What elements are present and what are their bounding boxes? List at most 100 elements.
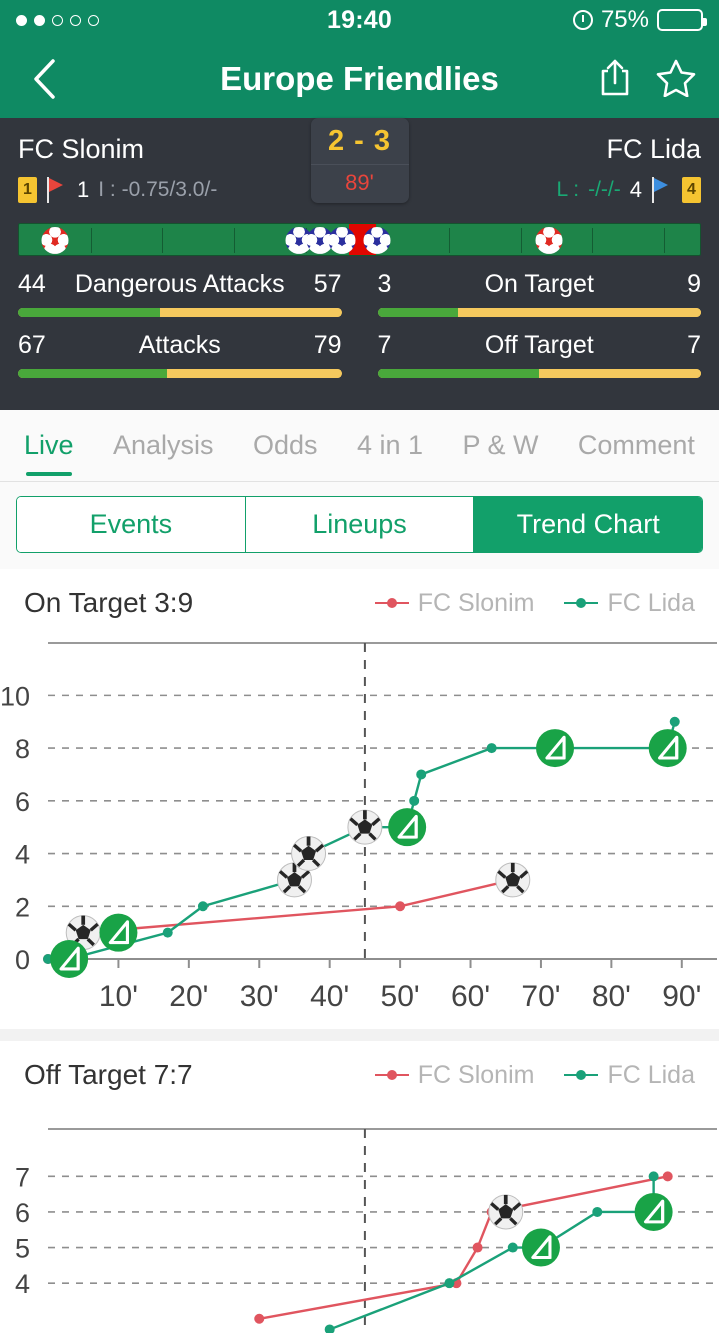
corner-flag-icon [388, 808, 427, 847]
home-odds-label: I : -0.75/3.0/- [98, 178, 218, 201]
football-icon [347, 809, 383, 845]
home-yellow-card-badge: 1 [18, 177, 37, 203]
legend-item-away: FC Lida [564, 589, 695, 618]
data-point [395, 901, 406, 912]
y-axis-tick-label: 6 [15, 787, 30, 817]
match-timeline[interactable] [18, 223, 701, 256]
sub-tab-bar: Events Lineups Trend Chart [16, 496, 703, 553]
legend-label-home: FC Slonim [417, 588, 535, 617]
chevron-left-icon [34, 59, 55, 99]
home-team-name: FC Slonim [18, 134, 145, 164]
battery-icon [657, 9, 707, 31]
timeline-tick [90, 228, 92, 253]
timeline-goal-away-icon [363, 227, 391, 254]
timeline-tick [520, 228, 522, 253]
main-tab-bar: Live Analysis Odds 4 in 1 P & W Comment [0, 410, 719, 482]
scoreboard: FC Slonim 1 1 I : -0.75/3.0/- FC Lida L … [0, 118, 719, 214]
stat-bar [18, 308, 342, 317]
app-screen: 19:40 75% Europe Friendlies FC Slonim 1 … [0, 0, 719, 1333]
match-timeline-container [0, 214, 719, 270]
x-axis-tick-label: 70' [521, 980, 560, 1013]
timeline-tick [162, 228, 164, 253]
tab-live[interactable]: Live [24, 410, 74, 482]
y-axis-tick-label: 0 [15, 945, 30, 975]
data-point [648, 1171, 659, 1182]
subtab-events[interactable]: Events [17, 497, 246, 552]
away-corner-flag-icon [651, 177, 673, 203]
y-axis-tick-label: 4 [15, 840, 30, 870]
favorite-button[interactable] [655, 57, 697, 102]
data-point [162, 927, 173, 938]
stat-row: 3 On Target 9 [377, 270, 701, 317]
data-point [486, 743, 497, 754]
away-team-block: FC Lida L : -/-/- 4 4 [360, 130, 701, 204]
timeline-goal-home-icon [41, 227, 69, 254]
share-button[interactable] [597, 57, 633, 102]
chart-plot-off-target[interactable]: 4 5 6 7 [0, 1101, 719, 1333]
stat-home-value: 67 [18, 331, 46, 359]
y-axis-tick-label: 4 [15, 1269, 30, 1299]
back-button[interactable] [22, 57, 66, 101]
y-axis-tick-label: 6 [15, 1198, 30, 1228]
stat-home-value: 44 [18, 270, 46, 298]
football-icon [291, 836, 327, 872]
stats-column-left: 44 Dangerous Attacks 57 67 Attacks 79 [18, 270, 342, 392]
data-point [507, 1242, 518, 1253]
legend-label-away-2: FC Lida [607, 1060, 695, 1089]
alarm-clock-icon [572, 10, 593, 30]
page-title: Europe Friendlies [220, 60, 499, 97]
corner-flag-icon [634, 1192, 673, 1231]
stat-away-value: 7 [687, 331, 701, 359]
score-value: 2 - 3 [310, 118, 409, 165]
tab-p-w[interactable]: P & W [462, 410, 538, 482]
y-axis-tick-label: 7 [15, 1162, 30, 1192]
data-point [324, 1324, 335, 1333]
stat-home-value: 7 [377, 331, 392, 359]
stat-away-value: 57 [313, 270, 342, 298]
stat-label: On Target [484, 270, 594, 298]
data-point [592, 1206, 603, 1217]
timeline-tick [664, 228, 666, 253]
legend-marker-away-icon-2 [564, 1074, 599, 1076]
subtab-trend-chart[interactable]: Trend Chart [474, 497, 702, 552]
match-minute: 89' [345, 170, 374, 195]
corner-flag-icon [99, 913, 138, 952]
home-corner-flag-icon [46, 177, 68, 203]
away-odds-prefix: L : [556, 178, 580, 201]
tab-analysis[interactable]: Analysis [113, 410, 214, 482]
subtab-lineups[interactable]: Lineups [245, 497, 475, 552]
football-icon [495, 862, 531, 898]
stat-away-value: 9 [687, 270, 701, 298]
away-corner-count: 4 [629, 177, 642, 202]
stat-label: Attacks [138, 331, 221, 359]
match-stats: 44 Dangerous Attacks 57 67 Attacks 79 3 On Tar… [0, 270, 719, 410]
stats-column-right: 3 On Target 9 7 Off Target 7 [377, 270, 701, 392]
data-point [669, 716, 680, 727]
stat-row: 7 Off Target 7 [377, 331, 701, 378]
corner-flag-icon [536, 729, 575, 768]
share-icon [601, 59, 629, 95]
tab-odds[interactable]: Odds [253, 410, 318, 482]
chart-card-on-target: On Target 3:9 FC Slonim FC Lida 0 2 4 6 8 10 1… [0, 569, 719, 1029]
legend-item-away-2: FC Lida [564, 1061, 695, 1090]
legend-marker-home-icon-2 [374, 1074, 409, 1076]
chart-title-off-target: Off Target 7:7 [24, 1059, 193, 1090]
y-axis-tick-label: 5 [15, 1234, 30, 1264]
tab-comment[interactable]: Comment [578, 410, 695, 482]
sub-tab-container: Events Lineups Trend Chart [0, 482, 719, 569]
data-point [472, 1242, 483, 1253]
stat-away-value: 79 [313, 331, 342, 359]
chart-legend-2: FC Slonim FC Lida [374, 1061, 695, 1090]
chart-card-off-target: Off Target 7:7 FC Slonim FC Lida 4 5 6 7 [0, 1041, 719, 1333]
chart-title-on-target: On Target 3:9 [24, 587, 194, 618]
data-point [197, 901, 208, 912]
chart-legend: FC Slonim FC Lida [374, 588, 695, 618]
stat-bar [377, 369, 701, 378]
chart-plot-on-target[interactable]: 0 2 4 6 8 10 10' 20' 30' 40' 50' 60' 70' 80' 90' [0, 629, 719, 1029]
legend-label-away: FC Lida [607, 588, 695, 617]
tab-4-in-1[interactable]: 4 in 1 [357, 410, 423, 482]
battery-percent-label: 75% [600, 6, 649, 33]
legend-item-home: FC Slonim [374, 588, 535, 618]
y-axis-tick-label: 10 [0, 681, 30, 711]
status-bar: 19:40 75% [0, 0, 719, 40]
